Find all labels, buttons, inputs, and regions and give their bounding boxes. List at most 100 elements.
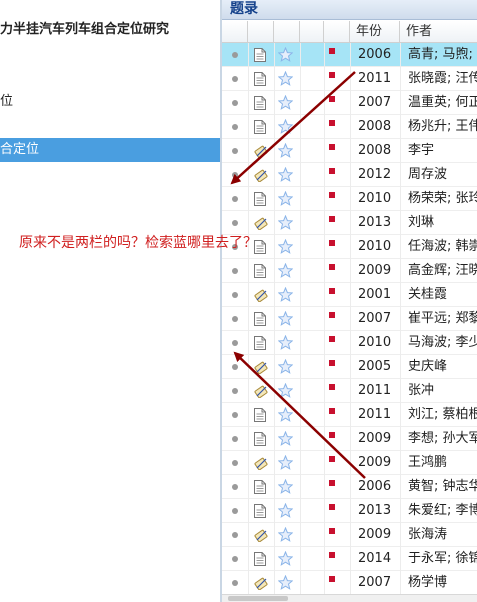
column-divider: [350, 211, 351, 235]
table-row[interactable]: 2005 史庆峰: [222, 355, 477, 379]
table-row[interactable]: 2008 李宇: [222, 139, 477, 163]
column-divider: [350, 403, 351, 427]
star-icon[interactable]: [277, 502, 294, 518]
star-icon[interactable]: [277, 214, 294, 230]
star-icon[interactable]: [277, 358, 294, 374]
column-divider: [400, 43, 401, 67]
header-author[interactable]: 作者: [400, 21, 477, 43]
unread-flag-icon: [329, 144, 335, 150]
column-divider: [350, 91, 351, 115]
unread-flag-icon: [329, 504, 335, 510]
star-icon[interactable]: [277, 190, 294, 206]
tree-item[interactable]: 位: [0, 90, 220, 114]
tree-item[interactable]: 力半挂汽车列车组合定位研究: [0, 18, 220, 42]
star-icon[interactable]: [277, 118, 294, 134]
star-icon[interactable]: [277, 70, 294, 86]
table-row[interactable]: 2010 马海波; 李少: [222, 331, 477, 355]
star-icon[interactable]: [277, 454, 294, 470]
column-divider: [324, 523, 325, 547]
column-divider: [324, 235, 325, 259]
document-icon: [254, 96, 266, 110]
column-divider: [274, 115, 275, 139]
document-icon: [254, 312, 266, 326]
table-row[interactable]: 2009 张海涛: [222, 523, 477, 547]
star-icon[interactable]: [277, 574, 294, 590]
table-row[interactable]: 2011 张晓霞; 汪传: [222, 67, 477, 91]
table-row[interactable]: 2008 杨兆升; 王伟: [222, 115, 477, 139]
star-icon[interactable]: [277, 166, 294, 182]
status-dot-icon: [232, 340, 238, 346]
tree-item[interactable]: 合定位: [0, 138, 220, 162]
table-row[interactable]: 2007 杨学博: [222, 571, 477, 595]
table-row[interactable]: 2014 于永军; 徐锦: [222, 547, 477, 571]
column-divider: [324, 91, 325, 115]
table-row[interactable]: 2006 黄智; 钟志华: [222, 475, 477, 499]
header-flag[interactable]: [324, 21, 350, 43]
column-divider: [400, 451, 401, 475]
column-divider: [274, 187, 275, 211]
column-divider: [324, 547, 325, 571]
star-icon[interactable]: [277, 334, 294, 350]
table-row[interactable]: 2009 王鸿鹏: [222, 451, 477, 475]
star-icon[interactable]: [277, 406, 294, 422]
star-icon[interactable]: [277, 238, 294, 254]
table-row[interactable]: 2006 高青; 马煦; 梅: [222, 43, 477, 67]
star-icon[interactable]: [277, 262, 294, 278]
table-row[interactable]: 2007 温重英; 何正: [222, 91, 477, 115]
column-divider: [324, 259, 325, 283]
column-divider: [248, 475, 249, 499]
column-divider: [274, 547, 275, 571]
star-icon[interactable]: [277, 382, 294, 398]
status-dot-icon: [232, 148, 238, 154]
header-status[interactable]: [222, 21, 248, 43]
header-type[interactable]: [248, 21, 274, 43]
column-divider: [350, 499, 351, 523]
table-row[interactable]: 2009 高金辉; 汪晓: [222, 259, 477, 283]
column-divider: [350, 379, 351, 403]
table-row[interactable]: 2010 杨荣荣; 张玲: [222, 187, 477, 211]
column-divider: [300, 547, 301, 571]
star-icon[interactable]: [277, 430, 294, 446]
star-icon[interactable]: [277, 310, 294, 326]
table-row[interactable]: 2013 朱爱红; 李博: [222, 499, 477, 523]
table-row[interactable]: 2011 张冲: [222, 379, 477, 403]
column-divider: [400, 91, 401, 115]
column-divider: [274, 523, 275, 547]
panel-title: 题录: [230, 1, 258, 17]
column-divider: [248, 547, 249, 571]
header-blank[interactable]: [300, 21, 324, 43]
table-row[interactable]: 2007 崔平远; 郑黎: [222, 307, 477, 331]
table-row[interactable]: 2011 刘江; 蔡柏根: [222, 403, 477, 427]
star-icon[interactable]: [277, 478, 294, 494]
column-divider: [324, 307, 325, 331]
status-dot-icon: [232, 556, 238, 562]
star-icon[interactable]: [277, 526, 294, 542]
table-row[interactable]: 2010 任海波; 韩崇: [222, 235, 477, 259]
column-divider: [248, 403, 249, 427]
table-row[interactable]: 2013 刘琳: [222, 211, 477, 235]
year-cell: 2011: [358, 383, 392, 398]
scrollbar-thumb[interactable]: [228, 596, 288, 601]
year-cell: 2014: [358, 551, 392, 566]
column-divider: [324, 331, 325, 355]
author-cell: 李宇: [408, 143, 435, 158]
column-divider: [400, 499, 401, 523]
star-icon[interactable]: [277, 142, 294, 158]
author-cell: 温重英; 何正: [408, 95, 477, 110]
column-divider: [300, 427, 301, 451]
horizontal-scrollbar[interactable]: [222, 594, 477, 602]
status-dot-icon: [232, 436, 238, 442]
column-divider: [248, 379, 249, 403]
star-icon[interactable]: [277, 94, 294, 110]
column-divider: [300, 43, 301, 67]
star-icon[interactable]: [277, 46, 294, 62]
table-row[interactable]: 2009 李想; 孙大军: [222, 427, 477, 451]
header-year[interactable]: 年份: [350, 21, 400, 43]
star-icon[interactable]: [277, 550, 294, 566]
column-divider: [400, 67, 401, 91]
column-divider: [350, 307, 351, 331]
table-row[interactable]: 2012 周存波: [222, 163, 477, 187]
header-star[interactable]: [274, 21, 300, 43]
table-row[interactable]: 2001 关桂霞: [222, 283, 477, 307]
star-icon[interactable]: [277, 286, 294, 302]
